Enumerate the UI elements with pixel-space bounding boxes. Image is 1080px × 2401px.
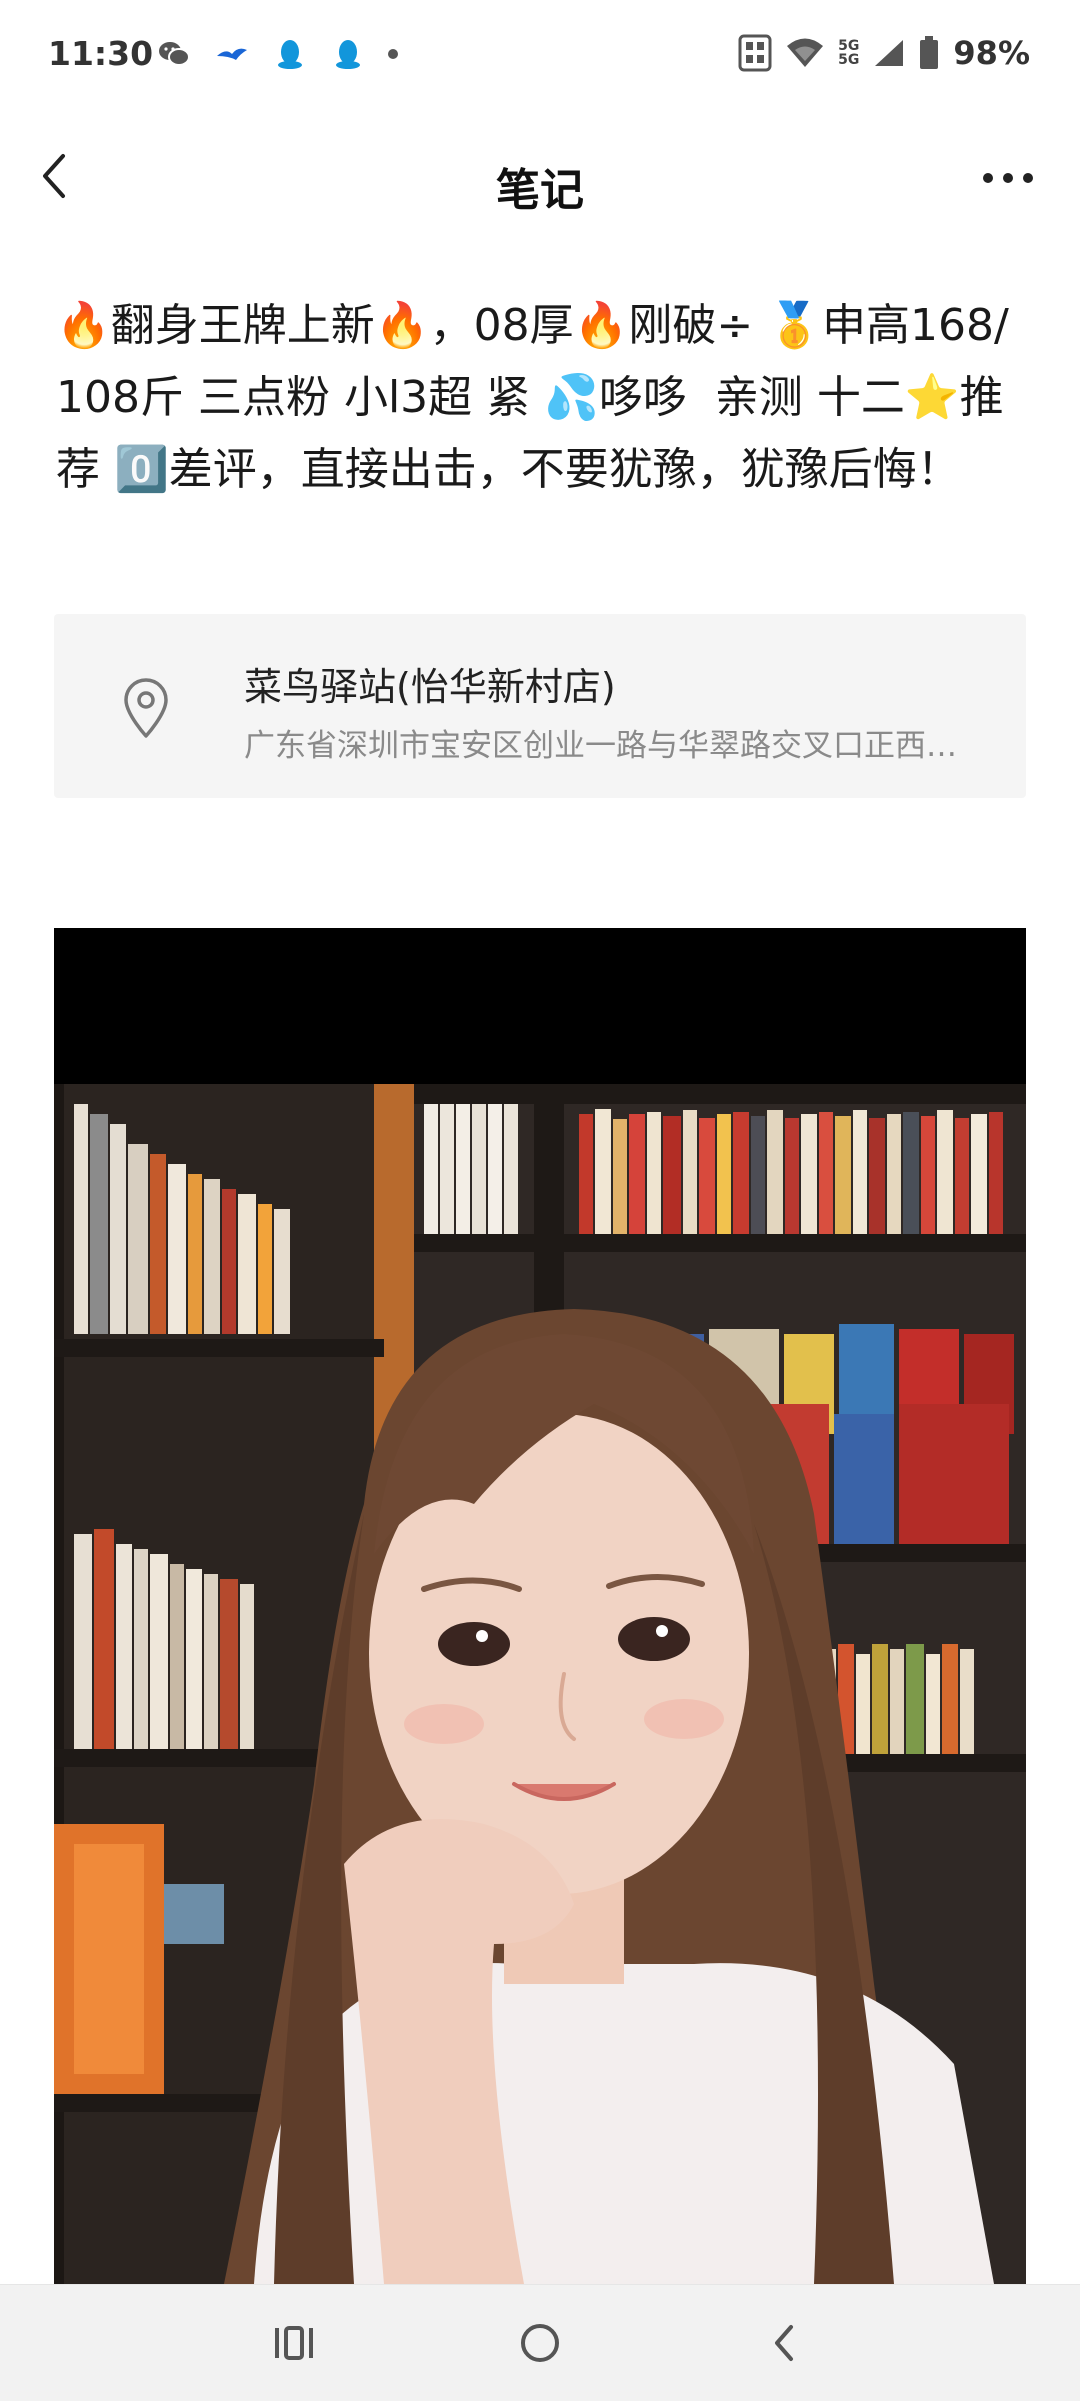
page-title: 笔记	[496, 165, 584, 216]
qq-icon	[336, 40, 360, 69]
system-nav-bar	[0, 2284, 1080, 2401]
notification-icons	[156, 36, 398, 72]
post-photo	[54, 1084, 1026, 2284]
bird-app-icon	[217, 48, 247, 60]
wechat-icon	[159, 42, 190, 66]
more-dots-icon	[983, 173, 1033, 183]
location-pin-icon	[124, 678, 168, 738]
network-type: 5G 5G	[838, 38, 860, 68]
post-text: 🔥翻身王牌上新🔥，08厚🔥刚破÷ 🥇申高168/108斤 三点粉 小l3超 紧 …	[56, 300, 1009, 495]
location-address: 广东省深圳市宝安区创业一路与华翠路交叉口正西…	[244, 728, 957, 764]
recent-apps-icon	[275, 2326, 313, 2360]
status-right: 5G 5G 98%	[738, 34, 1030, 72]
wifi-icon	[787, 38, 824, 67]
app-header: 笔记	[0, 110, 1080, 250]
battery-percent: 98%	[953, 34, 1030, 72]
system-back-button[interactable]	[754, 2315, 814, 2371]
dot-icon	[388, 49, 398, 59]
signal-icon	[875, 40, 904, 66]
location-name: 菜鸟驿站(怡华新村店)	[244, 665, 616, 709]
recent-apps-button[interactable]	[264, 2315, 324, 2371]
home-button[interactable]	[510, 2315, 570, 2371]
nfc-icon	[738, 34, 772, 72]
book-row	[424, 1104, 1003, 1234]
location-card[interactable]: 菜鸟驿站(怡华新村店) 广东省深圳市宝安区创业一路与华翠路交叉口正西…	[54, 614, 1026, 798]
home-circle-icon	[521, 2324, 559, 2362]
qq-icon	[278, 40, 302, 69]
post-media[interactable]	[54, 928, 1026, 2284]
back-arrow-icon	[775, 2325, 793, 2361]
status-time: 11:30	[48, 34, 154, 73]
more-options-button[interactable]	[972, 156, 1044, 200]
battery-icon	[920, 36, 939, 69]
status-bar: 11:30 5G 5G 98%	[0, 0, 1080, 110]
